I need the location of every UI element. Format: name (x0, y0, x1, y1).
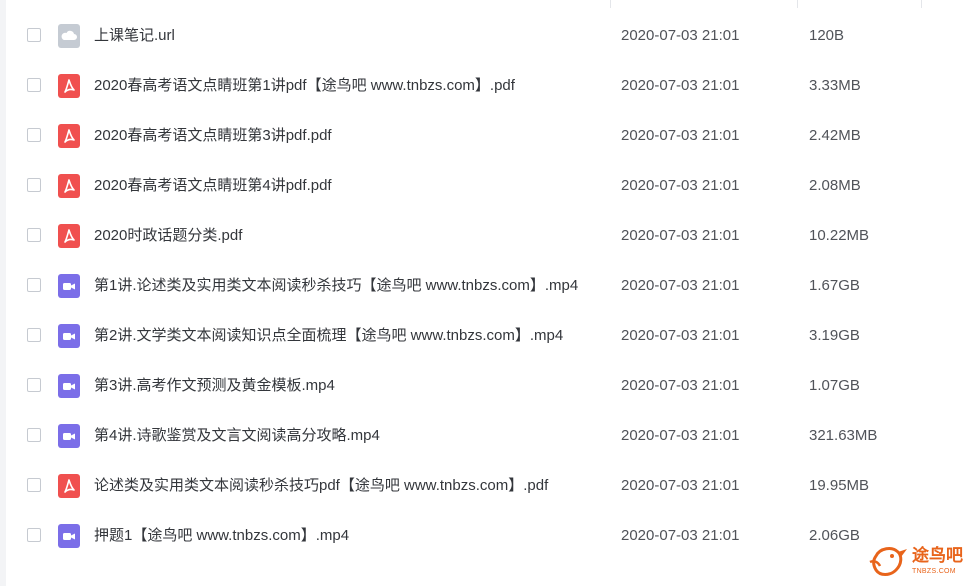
cloud-link-icon (58, 24, 80, 48)
video-file-icon (58, 524, 80, 548)
file-row[interactable]: 第4讲.诗歌鉴赏及文言文阅读高分攻略.mp4 2020-07-03 21:01 32… (0, 411, 973, 461)
pdf-file-icon (58, 74, 80, 98)
file-modified-date: 2020-07-03 21:01 (621, 477, 740, 494)
site-watermark: 途鸟吧 TNBZS.COM (868, 542, 968, 582)
watermark-text: 途鸟吧 (912, 546, 963, 565)
row-checkbox[interactable] (27, 78, 41, 92)
row-checkbox[interactable] (27, 128, 41, 142)
file-size: 10.22MB (809, 227, 870, 244)
file-name[interactable]: 2020春高考语文点睛班第4讲pdf.pdf (94, 176, 332, 196)
file-row[interactable]: 押题1【途鸟吧 www.tnbzs.com】.mp4 2020-07-03 21:… (0, 511, 973, 561)
file-modified-date: 2020-07-03 21:01 (621, 77, 740, 94)
row-checkbox[interactable] (27, 328, 41, 342)
video-file-icon (58, 324, 80, 348)
file-row[interactable]: 论述类及实用类文本阅读秒杀技巧pdf【途鸟吧 www.tnbzs.com】.pd… (0, 461, 973, 511)
file-size: 120B (809, 27, 845, 44)
file-name[interactable]: 2020春高考语文点睛班第3讲pdf.pdf (94, 126, 332, 146)
file-modified-date: 2020-07-03 21:01 (621, 27, 740, 44)
file-modified-date: 2020-07-03 21:01 (621, 127, 740, 144)
pdf-file-icon (58, 224, 80, 248)
file-row[interactable]: 2020春高考语文点睛班第1讲pdf【途鸟吧 www.tnbzs.com】.pd… (0, 61, 973, 111)
file-size: 1.07GB (809, 377, 860, 394)
file-size: 3.19GB (809, 327, 860, 344)
pdf-file-icon (58, 174, 80, 198)
file-size: 19.95MB (809, 477, 870, 494)
file-row[interactable]: 上课笔记.url 2020-07-03 21:01 120B (0, 11, 973, 61)
file-row[interactable]: 第3讲.高考作文预测及黄金模板.mp4 2020-07-03 21:01 1.07G… (0, 361, 973, 411)
file-name[interactable]: 第2讲.文学类文本阅读知识点全面梳理【途鸟吧 www.tnbzs.com】.mp… (94, 326, 563, 346)
file-name[interactable]: 论述类及实用类文本阅读秒杀技巧pdf【途鸟吧 www.tnbzs.com】.pd… (94, 476, 548, 496)
file-row[interactable]: 2020时政话题分类.pdf 2020-07-03 21:01 10.22MB (0, 211, 973, 261)
video-file-icon (58, 274, 80, 298)
file-modified-date: 2020-07-03 21:01 (621, 227, 740, 244)
file-row[interactable]: 第2讲.文学类文本阅读知识点全面梳理【途鸟吧 www.tnbzs.com】.mp… (0, 311, 973, 361)
file-size: 1.67GB (809, 277, 860, 294)
row-checkbox[interactable] (27, 478, 41, 492)
row-checkbox[interactable] (27, 178, 41, 192)
video-file-icon (58, 374, 80, 398)
file-modified-date: 2020-07-03 21:01 (621, 427, 740, 444)
file-size: 2.08MB (809, 177, 861, 194)
file-modified-date: 2020-07-03 21:01 (621, 277, 740, 294)
file-modified-date: 2020-07-03 21:01 (621, 377, 740, 394)
file-row[interactable]: 免费下载10000G海量学习资源.url2020-07-03 21:01120B (0, 0, 973, 11)
file-name[interactable]: 上课笔记.url (94, 26, 175, 46)
row-checkbox[interactable] (27, 228, 41, 242)
file-size: 321.63MB (809, 427, 878, 444)
file-name[interactable]: 2020时政话题分类.pdf (94, 226, 242, 246)
file-modified-date: 2020-07-03 21:01 (621, 527, 740, 544)
row-checkbox[interactable] (27, 428, 41, 442)
file-size: 2.42MB (809, 127, 861, 144)
file-modified-date: 2020-07-03 21:01 (621, 177, 740, 194)
pdf-file-icon (58, 124, 80, 148)
row-checkbox[interactable] (27, 378, 41, 392)
video-file-icon (58, 424, 80, 448)
file-size: 2.06GB (809, 527, 860, 544)
file-row[interactable]: 2020春高考语文点睛班第3讲pdf.pdf 2020-07-03 21:01 2.… (0, 111, 973, 161)
row-checkbox[interactable] (27, 28, 41, 42)
file-row[interactable]: 第1讲.论述类及实用类文本阅读秒杀技巧【途鸟吧 www.tnbzs.com】.m… (0, 261, 973, 311)
bird-logo-icon (869, 547, 907, 576)
pdf-file-icon (58, 474, 80, 498)
row-checkbox[interactable] (27, 278, 41, 292)
file-size: 3.33MB (809, 77, 861, 94)
file-row[interactable]: 2020春高考语文点睛班第4讲pdf.pdf 2020-07-03 21:01 2.… (0, 161, 973, 211)
file-modified-date: 2020-07-03 21:01 (621, 327, 740, 344)
watermark-subtext: TNBZS.COM (912, 568, 956, 575)
file-name[interactable]: 第3讲.高考作文预测及黄金模板.mp4 (94, 376, 335, 396)
row-checkbox[interactable] (27, 528, 41, 542)
file-name[interactable]: 第4讲.诗歌鉴赏及文言文阅读高分攻略.mp4 (94, 426, 380, 446)
file-name[interactable]: 2020春高考语文点睛班第1讲pdf【途鸟吧 www.tnbzs.com】.pd… (94, 76, 515, 96)
file-name[interactable]: 第1讲.论述类及实用类文本阅读秒杀技巧【途鸟吧 www.tnbzs.com】.m… (94, 276, 578, 296)
file-name[interactable]: 押题1【途鸟吧 www.tnbzs.com】.mp4 (94, 526, 349, 546)
file-list: 免费下载10000G海量学习资源.url2020-07-03 21:01120B… (0, 0, 973, 561)
